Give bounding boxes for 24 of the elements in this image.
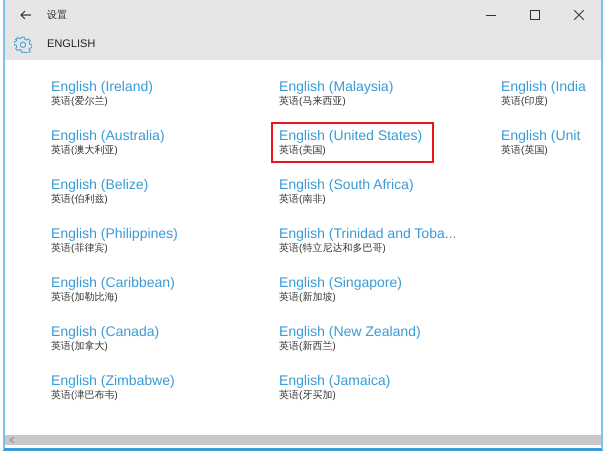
language-option[interactable]: English (Ireland) 英语(爱尔兰) <box>43 73 163 114</box>
back-arrow-icon <box>20 10 32 20</box>
settings-icon <box>14 35 32 53</box>
language-option[interactable]: English (South Africa) 英语(南非) <box>271 171 424 212</box>
window-title: 设置 <box>47 8 67 22</box>
page-title: ENGLISH <box>47 38 96 50</box>
close-icon <box>574 10 584 20</box>
language-option[interactable]: English (Philippines) 英语(菲律宾) <box>43 220 188 261</box>
language-option[interactable]: English (Singapore) 英语(新加坡) <box>271 269 412 310</box>
language-option[interactable]: English (Malaysia) 英语(马来西亚) <box>271 73 404 114</box>
horizontal-scrollbar[interactable] <box>5 435 601 445</box>
language-option[interactable]: English (Australia) 英语(澳大利亚) <box>43 122 175 163</box>
language-option[interactable]: English (Belize) 英语(伯利兹) <box>43 171 158 212</box>
language-option[interactable]: English (United States) 英语(美国) <box>271 122 434 163</box>
language-option[interactable]: English (Canada) 英语(加拿大) <box>43 318 170 359</box>
language-option[interactable]: English (Jamaica) 英语(牙买加) <box>271 367 400 408</box>
language-option[interactable]: English (Unit 英语(英国) <box>493 122 590 163</box>
language-option[interactable]: English (India 英语(印度) <box>493 73 596 114</box>
scroll-left-icon <box>9 436 15 444</box>
language-option[interactable]: English (Caribbean) 英语(加勒比海) <box>43 269 185 310</box>
language-option[interactable]: English (Trinidad and Toba... 英语(特立尼达和多巴哥) <box>271 220 466 261</box>
language-option[interactable]: English (New Zealand) 英语(新西兰) <box>271 318 431 359</box>
maximize-icon <box>530 10 540 20</box>
language-option[interactable]: English (Zimbabwe) 英语(津巴布韦) <box>43 367 185 408</box>
